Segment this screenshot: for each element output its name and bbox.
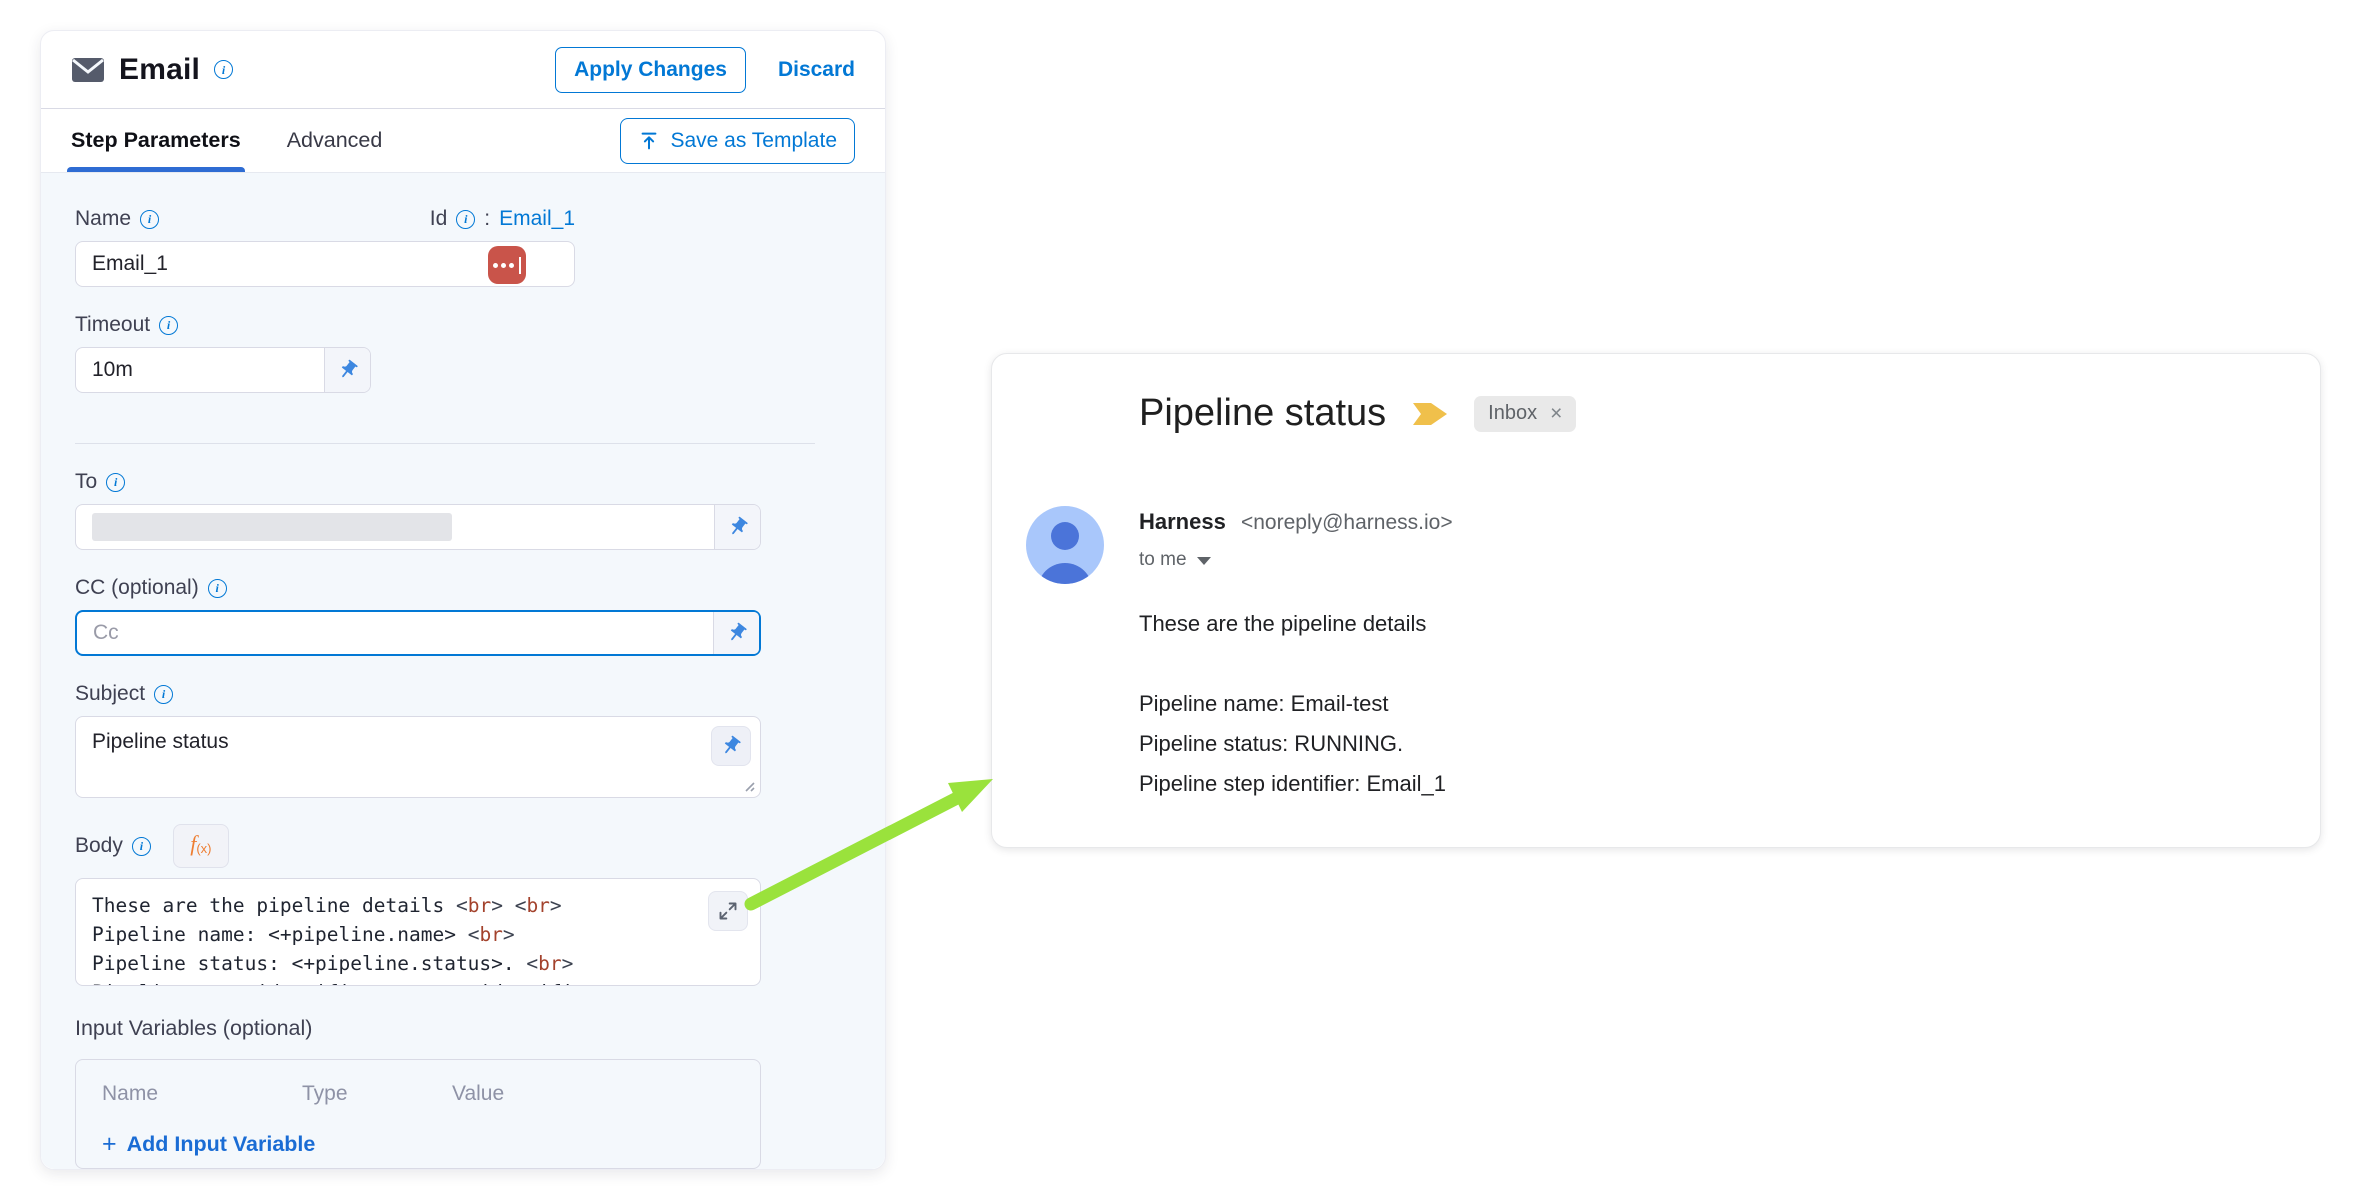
panel-header: Email i Apply Changes Discard <box>41 31 885 108</box>
cc-label-wrap: CC (optional) i <box>75 576 851 600</box>
subject-pin-button[interactable] <box>711 726 751 766</box>
cc-input-shell <box>75 610 761 656</box>
body-label-row: Body i f (x) <box>75 824 851 868</box>
body-editor-code: These are the pipeline details <br> <br>… <box>92 891 744 986</box>
body-info-icon[interactable]: i <box>132 837 151 856</box>
id-info-icon[interactable]: i <box>456 210 475 229</box>
add-input-variable-button[interactable]: + Add Input Variable <box>102 1132 734 1157</box>
sender-name: Harness <box>1139 509 1226 534</box>
input-variables-label: Input Variables (optional) <box>75 1016 851 1041</box>
redacted-email-value <box>92 513 452 541</box>
timeout-input-shell <box>75 347 371 393</box>
to-label-wrap: To i <box>75 470 851 494</box>
recipient-dropdown[interactable]: to me <box>1139 549 1453 571</box>
email-body-line: Pipeline status: RUNNING. <box>1139 724 1446 764</box>
value-type-fixed-icon[interactable] <box>488 246 526 284</box>
panel-title-wrap: Email i <box>71 53 233 87</box>
step-parameters-form: Name i Id i : Email_1 Timeout i <box>41 172 885 1169</box>
tab-step-parameters[interactable]: Step Parameters <box>71 109 241 172</box>
pin-icon <box>722 512 753 543</box>
subject-label-wrap: Subject i <box>75 682 851 706</box>
add-input-variable-label: Add Input Variable <box>127 1132 316 1157</box>
sender-line: Harness <noreply@harness.io> <box>1139 509 1453 535</box>
email-body: These are the pipeline details Pipeline … <box>1139 604 1446 804</box>
timeout-input[interactable] <box>76 348 324 392</box>
body-label-wrap: Body i <box>75 834 151 858</box>
email-body-line <box>1139 644 1446 684</box>
timeout-info-icon[interactable]: i <box>159 316 178 335</box>
email-info-icon[interactable]: i <box>214 60 233 79</box>
subject-info-icon[interactable]: i <box>154 685 173 704</box>
export-icon <box>638 130 660 152</box>
inbox-label-pill[interactable]: Inbox × <box>1474 396 1576 432</box>
id-label: Id <box>430 207 448 231</box>
email-preview-card: Pipeline status Inbox × Harness <noreply… <box>991 353 2321 848</box>
to-input-shell[interactable] <box>75 504 761 550</box>
subject-label: Subject <box>75 682 145 706</box>
input-variables-box: Name Type Value + Add Input Variable <box>75 1059 761 1169</box>
email-body-line: Pipeline name: Email-test <box>1139 684 1446 724</box>
save-as-template-label: Save as Template <box>670 129 837 153</box>
name-label-wrap: Name i <box>75 207 159 231</box>
body-label: Body <box>75 834 123 858</box>
email-subject-title: Pipeline status <box>1139 392 1386 435</box>
column-header-name: Name <box>102 1082 302 1106</box>
to-pin-button[interactable] <box>714 505 760 549</box>
id-colon: : <box>484 207 490 231</box>
recipient-label: to me <box>1139 549 1187 571</box>
apply-changes-button[interactable]: Apply Changes <box>555 47 746 93</box>
sender-email: <noreply@harness.io> <box>1241 511 1453 534</box>
column-header-type: Type <box>302 1082 452 1106</box>
pin-icon <box>716 731 747 762</box>
inbox-label: Inbox <box>1488 402 1537 425</box>
timeout-label-wrap: Timeout i <box>75 313 851 337</box>
pin-icon <box>332 355 363 386</box>
email-step-panel: Email i Apply Changes Discard Step Param… <box>40 30 886 1170</box>
pin-icon <box>721 618 752 649</box>
subject-textarea[interactable]: Pipeline status <box>76 717 760 797</box>
timeout-pin-button[interactable] <box>324 348 370 392</box>
id-group: Id i : Email_1 <box>430 207 575 231</box>
discard-button[interactable]: Discard <box>778 58 855 82</box>
tab-advanced[interactable]: Advanced <box>287 109 383 172</box>
email-body-line: Pipeline step identifier: Email_1 <box>1139 764 1446 804</box>
sender-avatar <box>1026 506 1104 584</box>
cc-label: CC (optional) <box>75 576 199 600</box>
subject-box: Pipeline status <box>75 716 761 798</box>
remove-label-icon[interactable]: × <box>1550 402 1562 426</box>
page: { "icons": { "info": "i" }, "colors": { … <box>0 0 2354 1198</box>
email-body-line: These are the pipeline details <box>1139 604 1446 644</box>
email-title-row: Pipeline status Inbox × <box>1139 392 1576 435</box>
id-value-link[interactable]: Email_1 <box>499 207 575 231</box>
fx-sub: (x) <box>196 841 211 856</box>
name-label: Name <box>75 207 131 231</box>
section-divider <box>75 443 815 444</box>
plus-icon: + <box>102 1132 117 1157</box>
save-as-template-button[interactable]: Save as Template <box>620 118 855 164</box>
resize-handle[interactable] <box>741 778 756 793</box>
input-variables-header-row: Name Type Value <box>102 1082 734 1106</box>
expand-icon <box>718 901 738 921</box>
to-label: To <box>75 470 97 494</box>
column-header-value: Value <box>452 1082 504 1106</box>
to-info-icon[interactable]: i <box>106 473 125 492</box>
page-title: Email <box>119 53 200 87</box>
header-actions: Apply Changes Discard <box>555 47 855 93</box>
email-icon <box>71 57 105 83</box>
chevron-down-icon <box>1197 557 1211 565</box>
expression-fx-button[interactable]: f (x) <box>173 824 229 868</box>
timeout-label: Timeout <box>75 313 150 337</box>
cc-input[interactable] <box>77 612 713 654</box>
cc-info-icon[interactable]: i <box>208 579 227 598</box>
body-editor[interactable]: These are the pipeline details <br> <br>… <box>75 878 761 986</box>
tab-bar: Step Parameters Advanced Save as Templat… <box>41 108 885 172</box>
name-id-row: Name i Id i : Email_1 <box>75 207 575 231</box>
important-marker-icon[interactable] <box>1412 401 1448 427</box>
expand-editor-button[interactable] <box>708 891 748 931</box>
person-icon <box>1026 506 1104 584</box>
sender-block: Harness <noreply@harness.io> to me <box>1139 509 1453 571</box>
name-info-icon[interactable]: i <box>140 210 159 229</box>
name-input-shell <box>75 241 575 287</box>
cc-pin-button[interactable] <box>713 612 759 654</box>
